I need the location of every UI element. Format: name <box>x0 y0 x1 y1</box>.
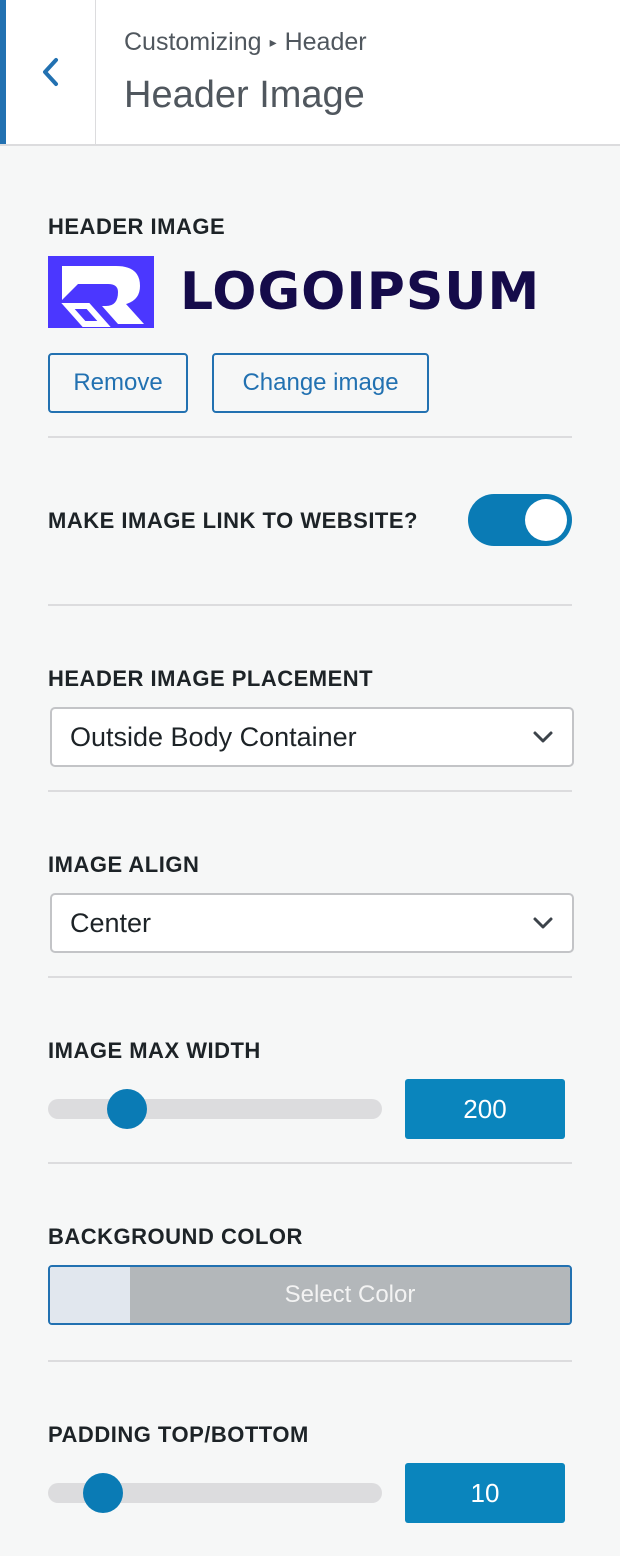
placement-select[interactable]: Outside Body Container <box>50 707 574 767</box>
breadcrumb-root: Customizing <box>124 28 262 56</box>
link-toggle-label: Make image link to website? <box>48 508 418 533</box>
link-to-website-toggle[interactable] <box>468 494 572 546</box>
padding-slider-thumb[interactable] <box>83 1473 124 1513</box>
section-divider <box>48 790 572 792</box>
select-color-label: Select Color <box>130 1267 570 1323</box>
logo-text: LOGOIPSUM <box>180 262 541 322</box>
chevron-left-icon <box>42 58 58 86</box>
padding-input[interactable]: 10 <box>405 1463 565 1523</box>
align-selected-value: Center <box>70 907 152 938</box>
section-divider <box>48 1162 572 1164</box>
align-select[interactable]: Center <box>50 893 574 953</box>
max-width-input[interactable]: 200 <box>405 1079 565 1139</box>
placement-label: Header Image Placement <box>48 666 374 691</box>
chevron-down-icon <box>533 917 553 929</box>
max-width-slider-thumb[interactable] <box>106 1089 147 1129</box>
logo-glyph-icon <box>61 266 144 327</box>
padding-label: Padding Top/Bottom <box>48 1422 309 1447</box>
breadcrumb: Customizing ▸ Header <box>124 28 367 57</box>
section-divider <box>48 436 572 438</box>
remove-image-button[interactable]: Remove <box>48 353 188 413</box>
color-swatch <box>50 1267 130 1323</box>
toggle-knob <box>525 499 567 541</box>
background-color-label: Background Color <box>48 1224 303 1249</box>
back-button[interactable] <box>0 0 96 144</box>
header-image-preview: LOGOIPSUM <box>48 256 572 328</box>
header-image-label: Header Image <box>48 214 226 239</box>
breadcrumb-current: Header <box>284 28 367 56</box>
placement-selected-value: Outside Body Container <box>70 721 357 752</box>
logo-mark-icon <box>48 256 154 328</box>
section-divider <box>48 604 572 606</box>
section-divider <box>48 976 572 978</box>
select-color-button[interactable]: Select Color <box>48 1265 572 1325</box>
chevron-down-icon <box>533 731 553 743</box>
section-divider <box>48 1360 572 1362</box>
page-title: Header Image <box>124 74 365 116</box>
max-width-slider-track[interactable] <box>48 1099 382 1119</box>
customizer-header: Customizing ▸ Header Header Image <box>0 0 620 146</box>
breadcrumb-separator: ▸ <box>269 34 277 50</box>
max-width-label: Image Max Width <box>48 1038 261 1063</box>
change-image-button[interactable]: Change image <box>212 353 429 413</box>
align-label: Image Align <box>48 852 200 877</box>
